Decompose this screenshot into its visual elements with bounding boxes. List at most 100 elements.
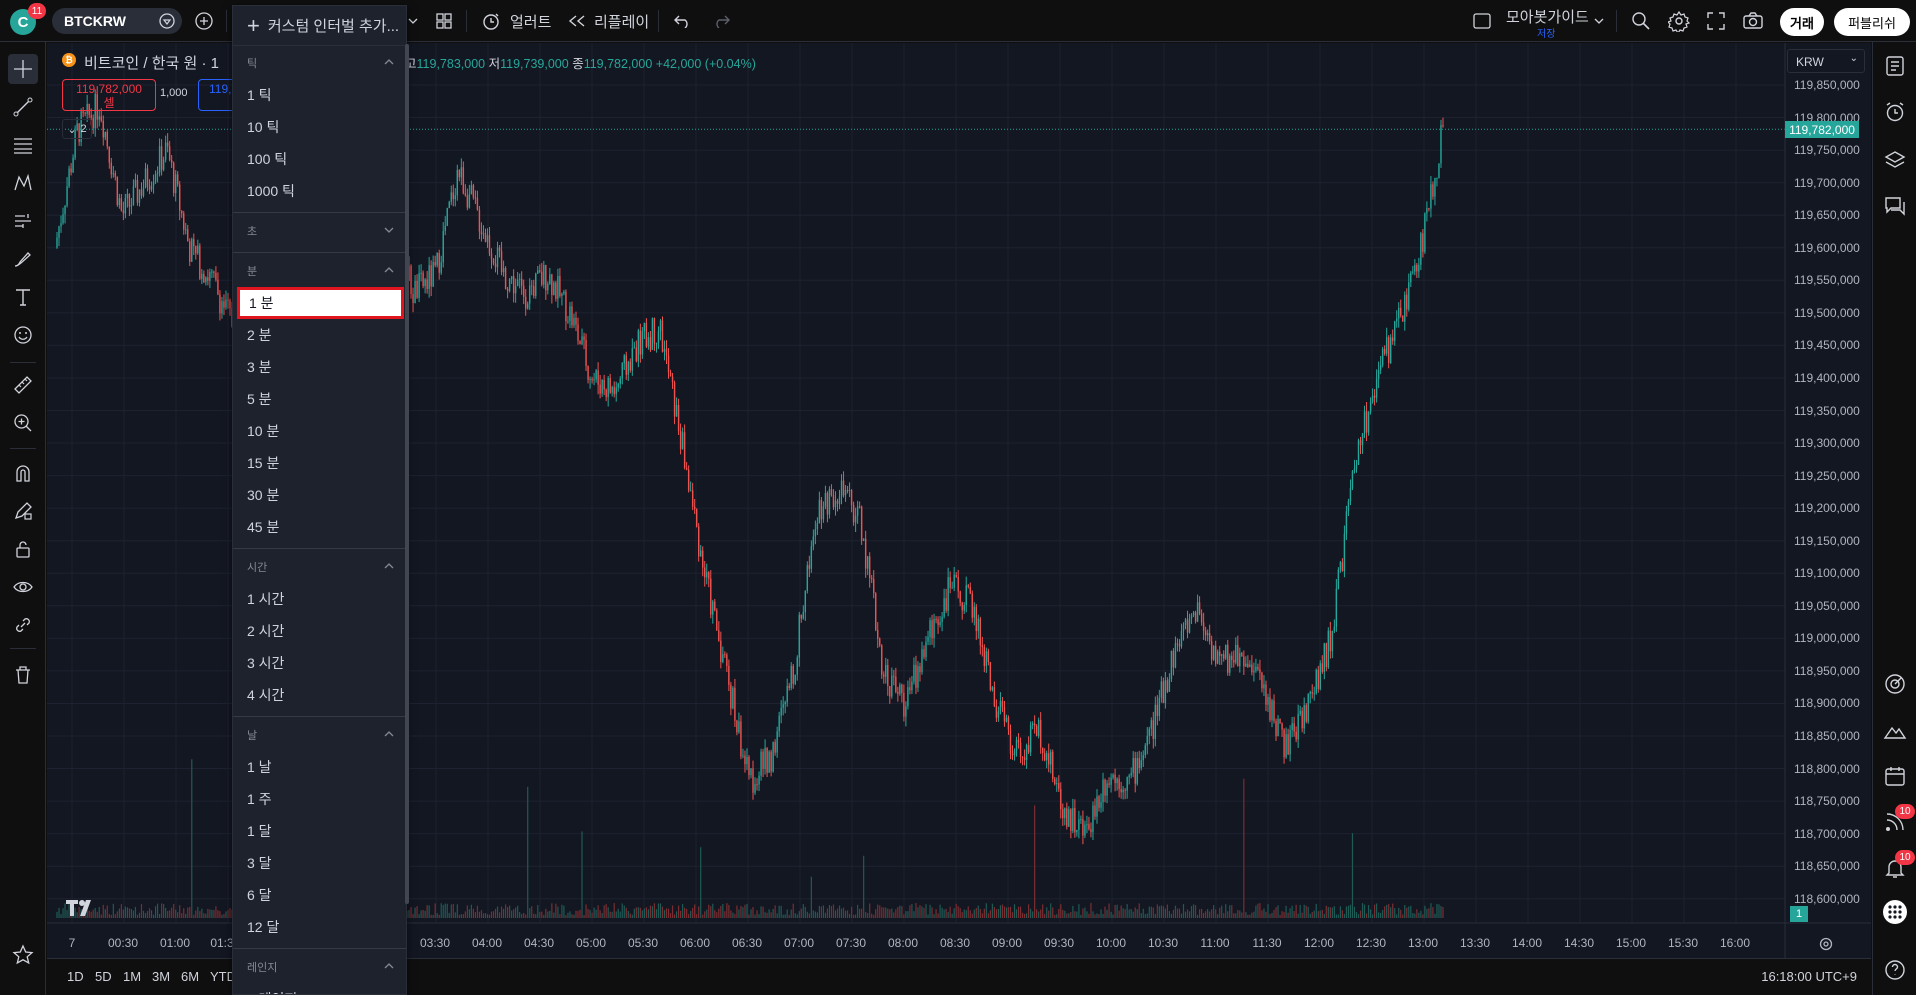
volume-bar — [430, 914, 432, 918]
interval-option[interactable]: 1 틱 — [233, 79, 406, 111]
range-3m[interactable]: 3M — [152, 969, 170, 984]
interval-option[interactable]: 1 날 — [233, 751, 406, 783]
interval-option[interactable]: 1 시간 — [233, 583, 406, 615]
interval-section-header[interactable]: 레인지 — [233, 952, 406, 982]
add-symbol-icon[interactable] — [194, 0, 214, 42]
layout-chevron-down-icon[interactable] — [1594, 0, 1604, 42]
add-custom-interval-button[interactable]: + 커스텀 인터벌 추가... — [233, 6, 406, 46]
redo-icon[interactable] — [712, 0, 730, 42]
candle-body — [116, 176, 119, 206]
interval-option[interactable]: 10 분 — [233, 415, 406, 447]
trend-line-icon[interactable] — [8, 92, 38, 122]
interval-option[interactable]: 30 분 — [233, 479, 406, 511]
interval-option[interactable]: 15 분 — [233, 447, 406, 479]
interval-section-header[interactable]: 시간 — [233, 552, 406, 582]
chat-icon[interactable] — [1881, 192, 1909, 220]
dropdown-scrollbar[interactable] — [405, 44, 409, 904]
interval-option[interactable]: 1 주 — [233, 783, 406, 815]
fullscreen-icon[interactable] — [1706, 0, 1726, 42]
chevron-down-icon[interactable] — [408, 0, 418, 42]
zoom-in-icon[interactable] — [8, 408, 38, 438]
clock-timezone[interactable]: 16:18:00 UTC+9 — [1761, 969, 1857, 984]
indicators-templates-icon[interactable] — [434, 0, 454, 42]
interval-option[interactable]: 45 분 — [233, 511, 406, 543]
trade-button[interactable]: 거래 — [1780, 8, 1824, 36]
text-icon[interactable] — [8, 282, 38, 312]
interval-option[interactable]: 10 틱 — [233, 111, 406, 143]
interval-section-header[interactable]: 날 — [233, 720, 406, 750]
range-1d[interactable]: 1D — [67, 969, 84, 984]
symbol-title[interactable]: 비트코인 / 한국 원 · 1 — [84, 52, 219, 73]
interval-option[interactable]: 3 시간 — [233, 647, 406, 679]
undo-icon[interactable] — [674, 0, 692, 42]
trash-icon[interactable] — [8, 660, 38, 690]
layout-checkbox-icon[interactable] — [1472, 0, 1492, 42]
brush-icon[interactable] — [8, 244, 38, 274]
range-1m[interactable]: 1M — [123, 969, 141, 984]
alert-button[interactable]: 얼러트 — [480, 0, 551, 42]
symbol-search-button[interactable]: BTCKRW — [52, 8, 182, 34]
candle-body — [883, 674, 885, 677]
ruler-icon[interactable] — [8, 370, 38, 400]
candle-body — [183, 213, 185, 230]
sell-button[interactable]: 119,782,000 셀 — [62, 79, 156, 111]
volume-bar — [146, 911, 149, 918]
layout-name[interactable]: 모아봇가이드 — [1506, 6, 1589, 27]
interval-option[interactable]: 4 시간 — [233, 679, 406, 711]
lock-icon[interactable] — [8, 534, 38, 564]
interval-option[interactable]: 100 틱 — [233, 143, 406, 175]
target-icon[interactable] — [1881, 670, 1909, 698]
settings-gear-icon[interactable] — [1668, 0, 1690, 42]
interval-option[interactable]: 1 레인지 — [233, 983, 406, 994]
range-6m[interactable]: 6M — [181, 969, 199, 984]
star-icon[interactable] — [8, 940, 38, 970]
watchlist-icon[interactable] — [1881, 52, 1909, 80]
currency-select[interactable]: KRW ⌄ — [1787, 49, 1865, 73]
fib-retracement-icon[interactable] — [8, 130, 38, 160]
compare-icon[interactable] — [158, 12, 176, 30]
candle-body — [450, 192, 452, 202]
interval-option[interactable]: 3 달 — [233, 847, 406, 879]
interval-option[interactable]: 5 분 — [233, 383, 406, 415]
forecast-icon[interactable] — [8, 206, 38, 236]
interval-section-header[interactable]: 초 — [233, 216, 406, 246]
interval-option[interactable]: 1 달 — [233, 815, 406, 847]
candle-body — [134, 179, 137, 187]
volume-bar — [60, 914, 62, 918]
calendar-icon[interactable] — [1881, 762, 1909, 790]
volume-bar — [1156, 904, 1158, 918]
interval-option[interactable]: 12 달 — [233, 911, 406, 943]
pattern-icon[interactable] — [8, 168, 38, 198]
crosshair-icon[interactable] — [8, 54, 38, 84]
interval-option[interactable]: 6 달 — [233, 879, 406, 911]
apps-grid-icon[interactable] — [1881, 898, 1909, 926]
link-icon[interactable] — [8, 610, 38, 640]
order-quantity[interactable]: 1,000 — [160, 87, 188, 99]
tradingview-logo[interactable] — [66, 898, 98, 921]
quick-search-icon[interactable] — [1630, 0, 1652, 42]
eye-icon[interactable] — [8, 572, 38, 602]
interval-option[interactable]: 1000 틱 — [233, 175, 406, 207]
volume-bar — [786, 909, 788, 918]
lock-pencil-icon[interactable] — [8, 496, 38, 526]
interval-section-header[interactable]: 틱 — [233, 48, 406, 78]
magnet-icon[interactable] — [8, 458, 38, 488]
interval-option[interactable]: 1 분 — [237, 287, 404, 319]
interval-option[interactable]: 2 시간 — [233, 615, 406, 647]
alarm-clock-icon[interactable] — [1881, 98, 1909, 126]
axis-settings-gear-icon[interactable] — [1818, 936, 1834, 957]
interval-option[interactable]: 2 분 — [233, 319, 406, 351]
camera-icon[interactable] — [1742, 0, 1764, 42]
help-icon[interactable] — [1881, 956, 1909, 984]
volume-bar — [873, 914, 875, 918]
interval-section-header[interactable]: 분 — [233, 256, 406, 286]
interval-option[interactable]: 3 분 — [233, 351, 406, 383]
collapse-indicators-button[interactable]: ⌄ 2 — [62, 119, 92, 139]
publish-button[interactable]: 퍼블리쉬 — [1834, 8, 1910, 36]
ideas-icon[interactable] — [1881, 716, 1909, 744]
emoji-icon[interactable] — [8, 320, 38, 350]
range-5d[interactable]: 5D — [95, 969, 112, 984]
replay-button[interactable]: 리플레이 — [568, 0, 649, 42]
layers-icon[interactable] — [1881, 146, 1909, 174]
plus-icon: + — [247, 12, 260, 38]
